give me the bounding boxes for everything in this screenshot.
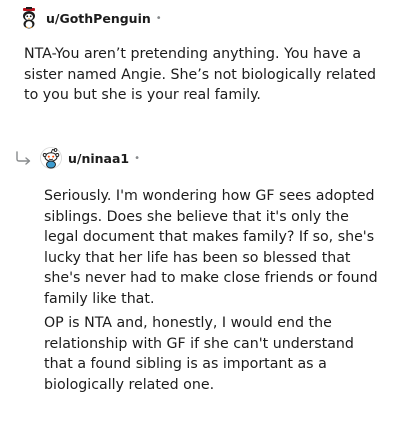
- comment-body-paragraph: OP is NTA and, honestly, I would end the…: [44, 315, 354, 393]
- comment-ninaa1: u/ninaa1 • Seriously. I'm wondering how …: [0, 146, 400, 395]
- username-link[interactable]: u/ninaa1: [68, 151, 129, 166]
- separator-dot: •: [155, 12, 162, 24]
- comment-body-paragraph: Seriously. I'm wondering how GF sees ado…: [44, 188, 378, 307]
- separator-dot: •: [134, 152, 141, 164]
- username-link[interactable]: u/GothPenguin: [46, 11, 151, 26]
- snoo-avatar-icon[interactable]: [40, 147, 62, 169]
- comment-gothpenguin: u/GothPenguin • NTA-You aren’t pretendin…: [0, 6, 400, 106]
- comment-header: u/GothPenguin •: [0, 6, 400, 30]
- comment-body-paragraph: NTA-You aren’t pretending anything. You …: [24, 46, 377, 103]
- comment-header: u/ninaa1 •: [0, 146, 400, 170]
- reply-arrow-icon: [14, 150, 34, 166]
- penguin-avatar-icon[interactable]: [18, 7, 40, 29]
